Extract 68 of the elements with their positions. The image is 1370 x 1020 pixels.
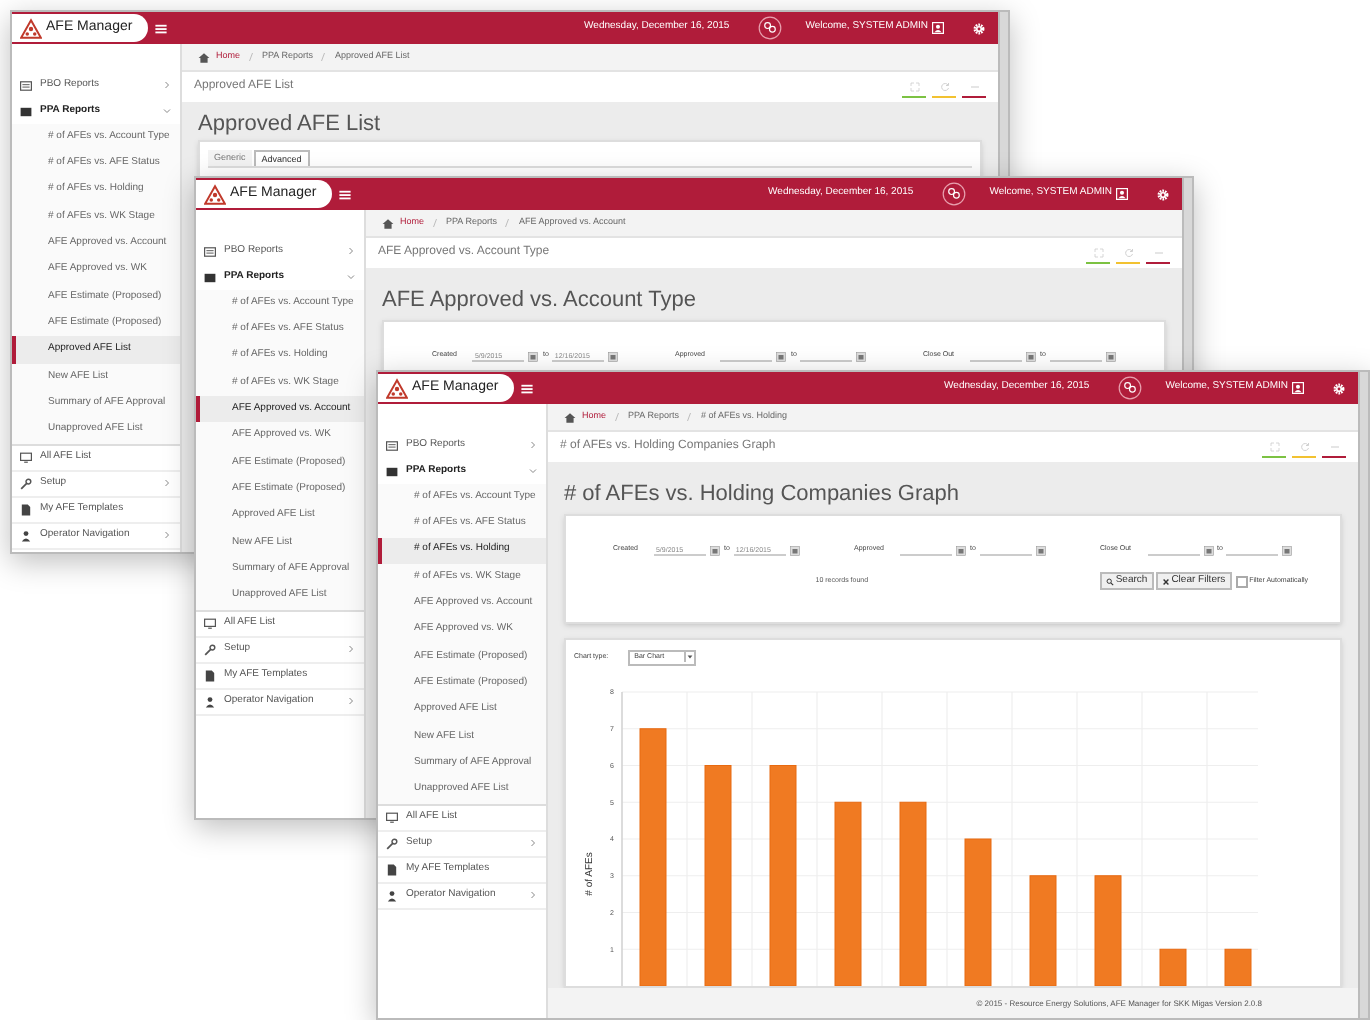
list-icon xyxy=(204,245,216,257)
chart-bar xyxy=(1029,875,1057,986)
chart-bar xyxy=(1159,948,1187,986)
slash-separator-icon xyxy=(612,412,623,422)
page-heading: Approved AFE List xyxy=(198,112,383,136)
document-icon xyxy=(386,863,398,876)
slash-separator-icon xyxy=(430,218,441,228)
home-icon[interactable] xyxy=(382,217,394,229)
slash-separator-icon xyxy=(502,218,513,228)
calendar-icon[interactable] xyxy=(856,351,867,361)
list-icon xyxy=(204,271,216,283)
checkbox[interactable] xyxy=(1235,575,1248,587)
users-icon[interactable] xyxy=(941,182,966,206)
home-icon[interactable] xyxy=(198,51,210,63)
person-icon xyxy=(204,695,216,708)
user-icon[interactable] xyxy=(1116,188,1128,200)
calendar-icon[interactable] xyxy=(1105,351,1116,361)
calendar-icon[interactable] xyxy=(709,545,720,555)
chart-bar xyxy=(1094,875,1122,986)
calendar-icon[interactable] xyxy=(608,351,619,361)
slash-separator-icon xyxy=(318,52,329,62)
calendar-icon[interactable] xyxy=(1282,545,1293,555)
menu-icon[interactable] xyxy=(520,381,535,395)
search-icon xyxy=(1105,577,1114,585)
chart-bar xyxy=(1224,948,1252,986)
list-icon xyxy=(386,465,398,477)
settings-icon[interactable] xyxy=(972,21,986,35)
logo-icon xyxy=(386,377,408,399)
list-icon xyxy=(20,105,32,117)
document-icon xyxy=(20,503,32,516)
list-icon xyxy=(20,79,32,91)
menu-icon[interactable] xyxy=(154,21,169,35)
logo-icon xyxy=(20,17,42,39)
settings-icon[interactable] xyxy=(1332,381,1346,395)
person-icon xyxy=(20,529,32,542)
calendar-icon[interactable] xyxy=(955,545,966,555)
list-icon xyxy=(386,439,398,451)
wrench-icon xyxy=(386,837,398,850)
scrollbar[interactable] xyxy=(998,12,1008,176)
calendar-icon[interactable] xyxy=(1026,351,1037,361)
page-heading: AFE Approved vs. Account Type xyxy=(382,288,698,312)
user-icon[interactable] xyxy=(1292,382,1304,394)
users-icon[interactable] xyxy=(757,16,782,40)
page-heading: # of AFEs vs. Holding Companies Graph xyxy=(564,482,961,506)
calendar-icon[interactable] xyxy=(1203,545,1214,555)
scrollbar[interactable] xyxy=(1358,372,1368,1018)
logo-icon xyxy=(204,183,226,205)
monitor-icon xyxy=(386,811,398,824)
wrench-icon xyxy=(204,643,216,656)
calendar-icon[interactable] xyxy=(789,545,800,555)
calendar-icon[interactable] xyxy=(1035,545,1046,555)
monitor-icon xyxy=(204,617,216,630)
slash-separator-icon xyxy=(246,52,257,62)
home-icon[interactable] xyxy=(564,411,576,423)
users-icon[interactable] xyxy=(1117,376,1142,400)
close-icon xyxy=(1161,577,1170,585)
monitor-icon xyxy=(20,451,32,464)
scrollbar[interactable] xyxy=(1182,178,1192,370)
user-icon[interactable] xyxy=(932,22,944,34)
wrench-icon xyxy=(20,477,32,490)
caret-icon xyxy=(684,652,695,662)
calendar-icon[interactable] xyxy=(528,351,539,361)
calendar-icon[interactable] xyxy=(776,351,787,361)
settings-icon[interactable] xyxy=(1156,187,1170,201)
document-icon xyxy=(204,669,216,682)
menu-icon[interactable] xyxy=(338,187,353,201)
slash-separator-icon xyxy=(684,412,695,422)
person-icon xyxy=(386,889,398,902)
